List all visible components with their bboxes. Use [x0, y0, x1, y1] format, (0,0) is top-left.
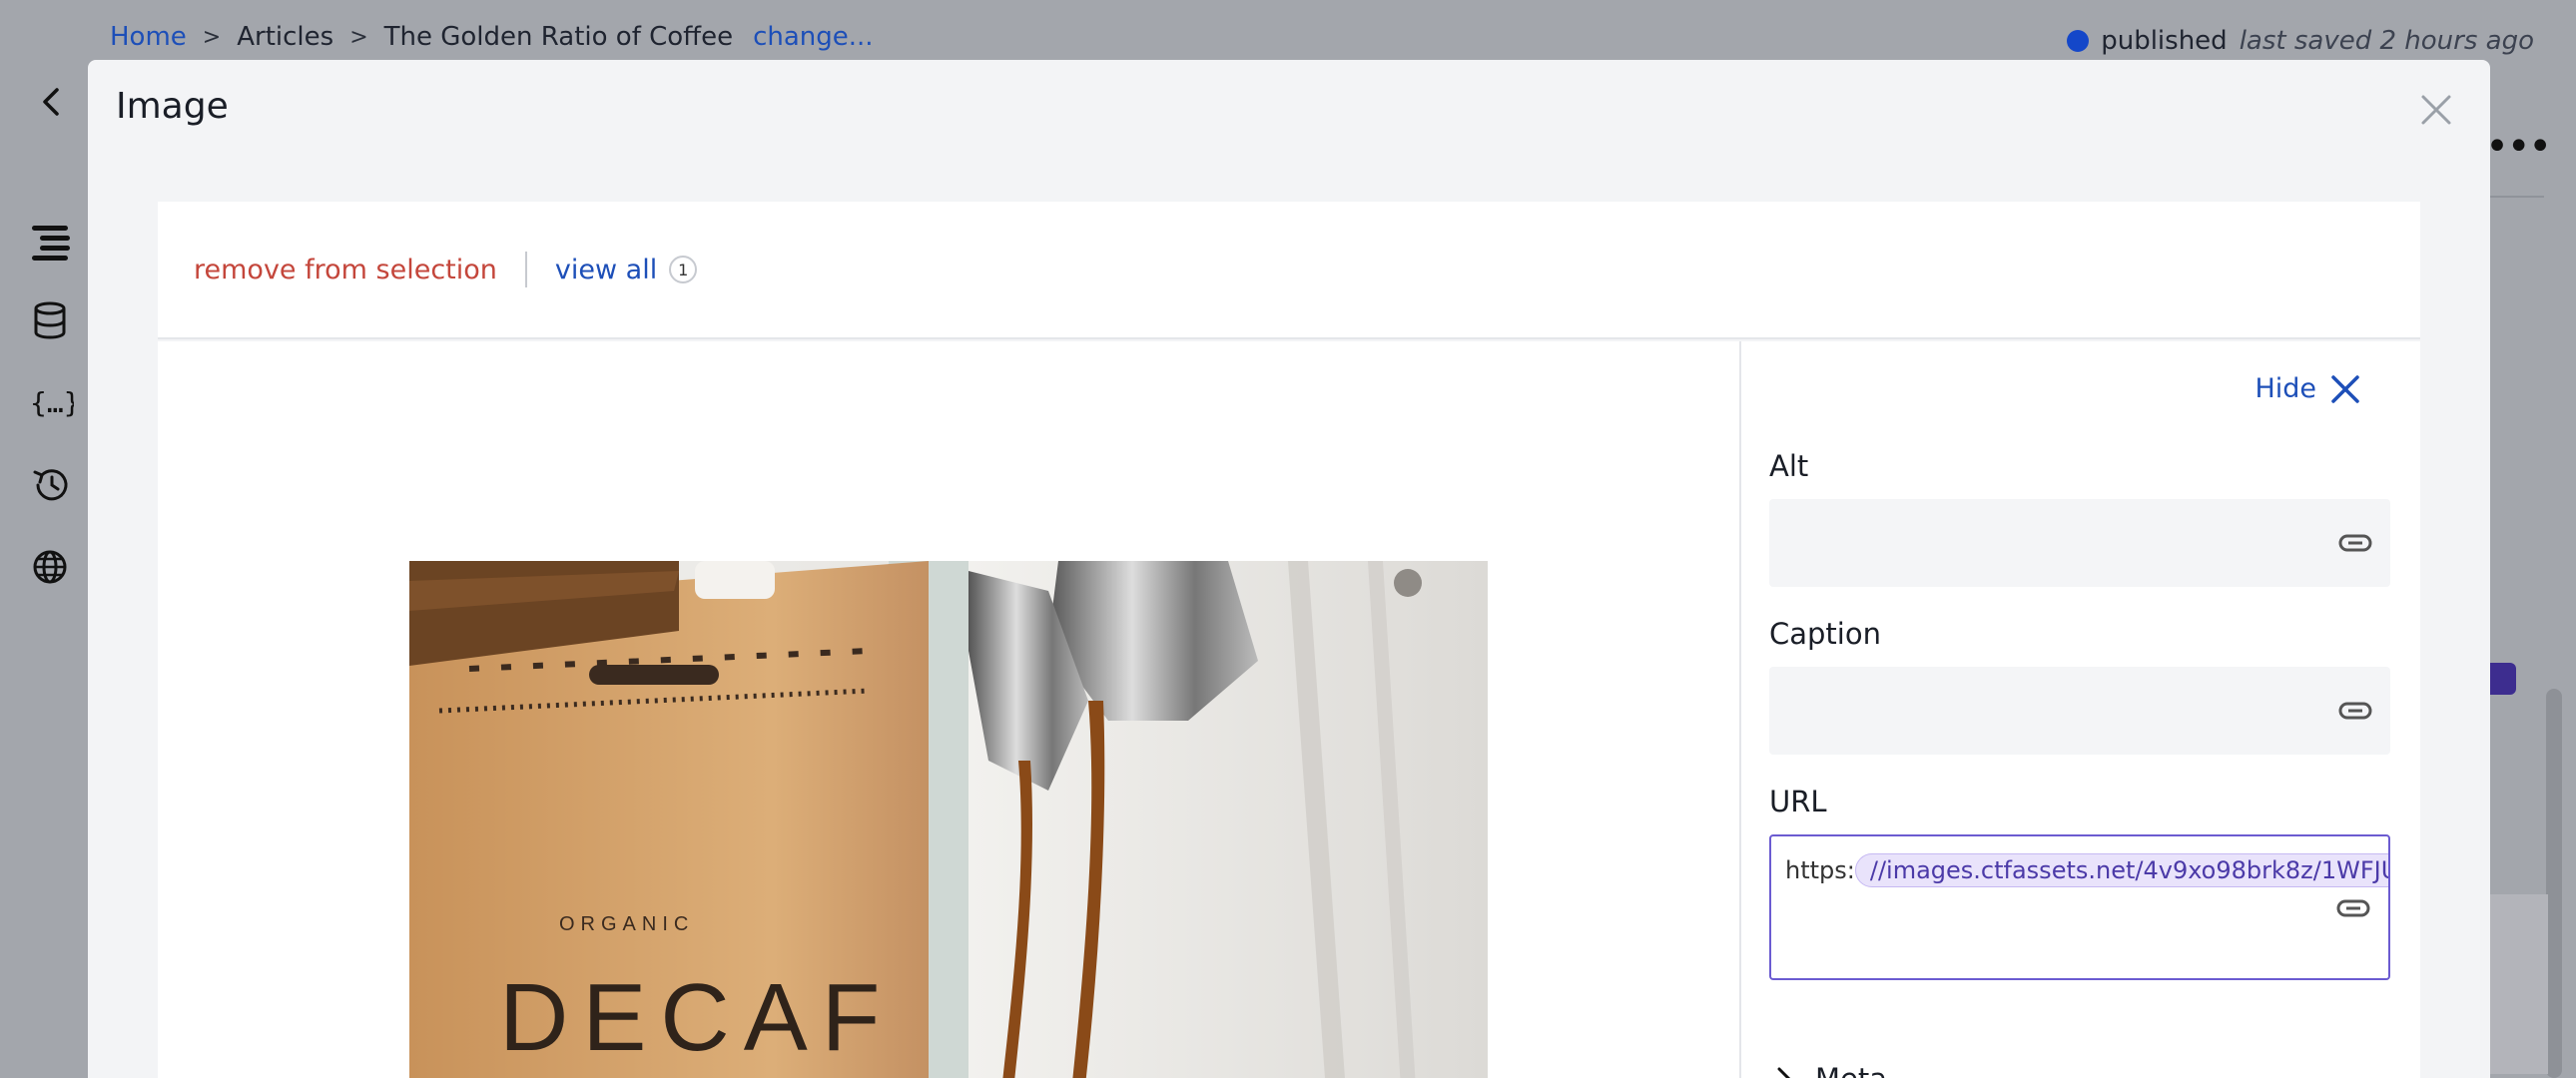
more-options-icon[interactable]: ••• [2485, 124, 2552, 170]
image-details-pane: Hide Alt Caption URL https: //images.ctf… [1739, 341, 2420, 1078]
chevron-right-icon: > [349, 24, 368, 50]
globe-icon[interactable] [30, 545, 74, 589]
breadcrumb-articles[interactable]: Articles [237, 22, 333, 52]
scrollbar[interactable] [2546, 689, 2562, 1078]
breadcrumb-home[interactable]: Home [110, 22, 187, 52]
chevron-right-icon [1777, 1067, 1791, 1078]
caption-label: Caption [1769, 617, 1881, 651]
meta-label: Meta [1815, 1062, 1887, 1078]
last-saved-label: last saved 2 hours ago [2239, 26, 2534, 56]
url-field[interactable]: https://images.ctfassets.net/4v9xo98brk8… [1769, 834, 2390, 980]
close-icon [2331, 374, 2359, 403]
url-label: URL [1769, 785, 1827, 818]
publish-status: published last saved 2 hours ago [2067, 26, 2534, 56]
alt-label: Alt [1769, 449, 1809, 483]
change-link[interactable]: change... [753, 22, 873, 52]
modal-title: Image [116, 86, 229, 127]
selection-toolbar: remove from selection view all 1 [158, 202, 2420, 339]
remove-from-selection-link[interactable]: remove from selection [194, 255, 497, 285]
hide-details-button[interactable]: Hide [2254, 373, 2360, 404]
status-label: published [2101, 26, 2228, 56]
svg-text:ORGANIC: ORGANIC [559, 913, 694, 935]
outline-icon[interactable] [30, 220, 74, 264]
url-value-chip[interactable]: //images.ctfassets.net/4v9xo98brk8z/1WFJ… [1854, 853, 2388, 887]
view-all-link[interactable]: view all [555, 255, 657, 285]
link-icon[interactable] [2336, 898, 2370, 918]
url-prefix: https: [1785, 856, 1855, 884]
back-arrow-icon[interactable] [34, 84, 70, 120]
alt-input[interactable] [1769, 499, 2390, 587]
selection-count-badge: 1 [669, 256, 698, 283]
hide-label: Hide [2254, 373, 2316, 404]
code-braces-icon[interactable]: {…} [30, 381, 74, 425]
image-modal: Image remove from selection view all 1 O… [88, 60, 2490, 1078]
separator [524, 252, 527, 287]
svg-text:DECAF: DECAF [499, 964, 894, 1071]
close-icon[interactable] [2418, 92, 2454, 128]
left-rail: {…} [0, 196, 88, 1078]
chevron-right-icon: > [202, 24, 222, 50]
breadcrumb: Home > Articles > The Golden Ratio of Co… [110, 22, 874, 52]
status-dot-icon [2067, 30, 2090, 52]
image-preview-pane: ORGANIC DECAF BEANS [158, 341, 1739, 1078]
modal-content: ORGANIC DECAF BEANS Hide [158, 341, 2420, 1078]
history-icon[interactable] [30, 463, 74, 507]
svg-text:{…}: {…} [30, 386, 74, 419]
caption-input[interactable] [1769, 667, 2390, 755]
coffee-image: ORGANIC DECAF BEANS [409, 561, 1488, 1078]
alt-field [1769, 499, 2390, 587]
database-icon[interactable] [30, 299, 74, 343]
app-root: Home > Articles > The Golden Ratio of Co… [0, 0, 2576, 1078]
link-icon[interactable] [2338, 701, 2372, 721]
caption-field [1769, 667, 2390, 755]
link-icon[interactable] [2338, 533, 2372, 553]
breadcrumb-current: The Golden Ratio of Coffee [383, 22, 734, 52]
meta-section-toggle[interactable]: Meta [1775, 1062, 1887, 1078]
